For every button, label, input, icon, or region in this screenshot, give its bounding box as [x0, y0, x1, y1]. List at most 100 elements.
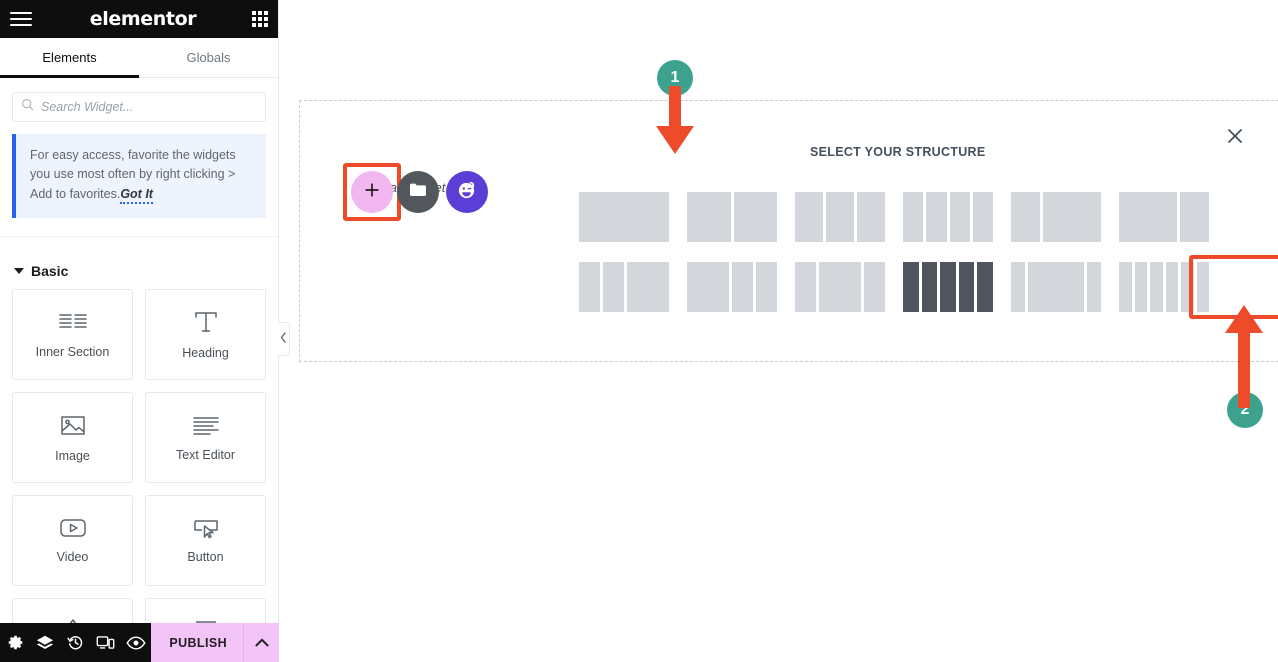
structure-preset-column: [926, 192, 947, 242]
search-icon: [21, 98, 34, 116]
folder-icon: [409, 182, 427, 202]
structure-preset-column: [949, 192, 970, 242]
structure-preset-column: [1119, 192, 1177, 242]
add-template-button[interactable]: [397, 171, 439, 213]
structure-preset-row-1: [579, 192, 1227, 242]
structure-preset-column: [579, 192, 669, 242]
structure-preset-column: [732, 262, 753, 312]
structure-preset-column: [1011, 262, 1025, 312]
widget-label: Heading: [182, 346, 229, 361]
hamburger-icon[interactable]: [10, 7, 34, 31]
editor-bottom-bar: PUBLISH: [0, 623, 279, 662]
structure-preset-column: [903, 192, 924, 242]
structure-preset-3-columns[interactable]: [687, 262, 795, 312]
got-it-link[interactable]: Got It: [120, 186, 153, 204]
structure-preset-column: [1165, 262, 1178, 312]
elementor-logo: elementor: [89, 8, 197, 30]
structure-picker-title: SELECT YOUR STRUCTURE: [810, 145, 986, 159]
category-basic[interactable]: Basic: [0, 236, 278, 289]
preview-eye-icon[interactable]: [121, 623, 151, 662]
structure-preset-column: [1028, 262, 1084, 312]
widget-text-editor[interactable]: Text Editor: [145, 392, 266, 484]
structure-preset-column: [603, 262, 624, 312]
widget-label: Inner Section: [35, 345, 110, 360]
structure-preset-column: [857, 192, 885, 242]
structure-preset-1-columns[interactable]: [579, 192, 687, 242]
structure-preset-column: [958, 262, 975, 312]
favorites-notice: For easy access, favorite the widgets yo…: [12, 134, 266, 219]
structure-preset-column: [1011, 192, 1040, 242]
structure-preset-column: [1119, 262, 1132, 312]
history-clock-icon[interactable]: [61, 623, 91, 662]
plus-icon: [364, 182, 380, 203]
heading-t-icon: [192, 309, 220, 335]
structure-preset-column: [1196, 262, 1209, 312]
structure-preset-column: [903, 262, 919, 312]
widget-heading[interactable]: Heading: [145, 289, 266, 381]
search-input[interactable]: [41, 100, 257, 114]
structure-preset-2-columns[interactable]: [1011, 192, 1119, 242]
text-editor-icon: [191, 413, 221, 437]
structure-preset-column: [1134, 262, 1147, 312]
structure-preset-column: [864, 262, 885, 312]
caret-down-icon: [14, 268, 24, 275]
structure-preset-6-columns[interactable]: [1119, 262, 1227, 312]
structure-preset-column: [627, 262, 669, 312]
structure-preset-4-columns[interactable]: [903, 192, 1011, 242]
settings-gear-icon[interactable]: [0, 623, 30, 662]
structure-preset-column: [756, 262, 777, 312]
structure-preset-column: [687, 262, 729, 312]
panel-collapse-handle[interactable]: [278, 322, 290, 356]
structure-preset-column: [819, 262, 861, 312]
structure-preset-row-2: [579, 262, 1227, 312]
widget-video[interactable]: Video: [12, 495, 133, 587]
responsive-mode-icon[interactable]: [91, 623, 121, 662]
structure-preset-2-columns[interactable]: [1119, 192, 1227, 242]
structure-preset-column: [940, 262, 956, 312]
structure-preset-column: [1150, 262, 1163, 312]
widget-label: Video: [56, 550, 89, 565]
structure-preset-column: [579, 262, 600, 312]
widget-inner-section[interactable]: Inner Section: [12, 289, 133, 381]
widget-list[interactable]: Inner Section Heading Image Text Editor …: [0, 289, 278, 662]
chevron-left-icon: [280, 330, 287, 348]
structure-preset-column: [977, 262, 993, 312]
structure-preset-column: [1181, 262, 1194, 312]
structure-preset-3-columns[interactable]: [579, 262, 687, 312]
widget-label: Button: [187, 550, 224, 565]
tab-globals[interactable]: Globals: [139, 38, 278, 77]
structure-preset-column: [1087, 262, 1101, 312]
add-new-section-button[interactable]: [351, 171, 393, 213]
structure-preset-column: [687, 192, 731, 242]
widget-image[interactable]: Image: [12, 392, 133, 484]
video-play-icon: [58, 517, 88, 539]
step-badge-1: 1: [657, 60, 693, 96]
close-x-icon[interactable]: [1224, 125, 1246, 147]
step-badge-2: 2: [1227, 392, 1263, 428]
structure-preset-column: [826, 192, 854, 242]
widget-label: Text Editor: [175, 448, 236, 463]
search-widget-area: [0, 78, 278, 132]
category-label: Basic: [31, 263, 69, 280]
button-cursor-icon: [191, 517, 221, 539]
tab-elements[interactable]: Elements: [0, 38, 139, 78]
elements-panel: elementor Elements Globals Search Widget…: [0, 0, 290, 662]
structure-preset-2-columns[interactable]: [687, 192, 795, 242]
panel-header: elementor: [0, 0, 278, 38]
structure-preset-3-columns[interactable]: [1011, 262, 1119, 312]
apps-grid-icon[interactable]: [252, 11, 268, 27]
structure-preset-column: [795, 262, 816, 312]
structure-preset-column: [972, 192, 993, 242]
search-box[interactable]: [12, 92, 266, 122]
structure-preset-3-columns[interactable]: [795, 192, 903, 242]
structure-preset-5-columns[interactable]: [903, 262, 1011, 312]
publish-button[interactable]: PUBLISH: [151, 623, 279, 662]
structure-preset-3-columns[interactable]: [795, 262, 903, 312]
editor-canvas: Drag widget here: [279, 0, 1278, 662]
navigator-layers-icon[interactable]: [30, 623, 60, 662]
widget-label: Image: [55, 448, 90, 463]
elementor-ai-button[interactable]: [446, 171, 488, 213]
widget-button[interactable]: Button: [145, 495, 266, 587]
chevron-up-icon[interactable]: [243, 623, 279, 662]
structure-preset-column: [733, 192, 777, 242]
